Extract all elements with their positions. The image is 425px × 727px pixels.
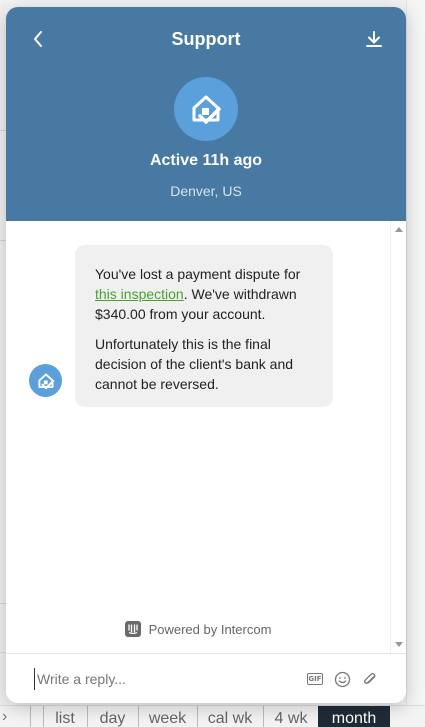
scroll-up-icon[interactable] [395,227,403,232]
smiley-icon [334,671,350,687]
paperclip-icon [363,672,375,684]
message-text: You've lost a payment dispute for [95,266,301,282]
scroll-down-icon[interactable] [395,642,403,647]
message-paragraph: You've lost a payment dispute for this i… [95,264,313,324]
intercom-logo-icon [124,621,141,637]
messenger-header: Support Active 11h ago Denver, US [6,7,406,221]
messenger-window: Support Active 11h ago Denver, US You've… [6,7,406,703]
tab-month[interactable]: month [318,706,390,727]
inspection-link[interactable]: this inspection [95,286,184,302]
reply-input[interactable] [34,668,294,690]
header-title: Support [171,29,241,49]
attach-button[interactable] [359,670,379,688]
sender-avatar [29,364,62,397]
gif-button[interactable]: GIF [305,670,325,688]
chevron-right-icon[interactable]: › [2,708,7,726]
reply-composer: GIF [6,653,406,703]
tab-list[interactable]: list [43,706,86,727]
background-app-right-edge [406,0,425,727]
agent-location: Denver, US [170,183,242,199]
background-calendar-tabs: › list day week cal wk 4 wk month [0,705,425,727]
house-check-icon [37,372,54,389]
conversation-area: You've lost a payment dispute for this i… [6,221,406,653]
download-button[interactable] [362,27,386,51]
conversation-scrollbar[interactable] [390,221,406,653]
tab-blank[interactable] [30,706,42,727]
download-icon [366,31,382,47]
tab-week[interactable]: week [138,706,196,727]
powered-by-text: Powered by Intercom [148,621,272,637]
powered-by-intercom[interactable]: Powered by Intercom [6,621,390,637]
tab-cal-wk[interactable]: cal wk [197,706,262,727]
tab-day[interactable]: day [87,706,137,727]
message-bubble: You've lost a payment dispute for this i… [75,245,333,407]
team-avatar [174,77,238,141]
agent-status: Active 11h ago [149,152,263,169]
message-paragraph: Unfortunately this is the final decision… [95,336,294,392]
gif-icon: GIF [307,673,323,685]
tab-4-wk[interactable]: 4 wk [263,706,318,727]
house-check-icon [192,95,221,124]
emoji-button[interactable] [332,670,352,688]
